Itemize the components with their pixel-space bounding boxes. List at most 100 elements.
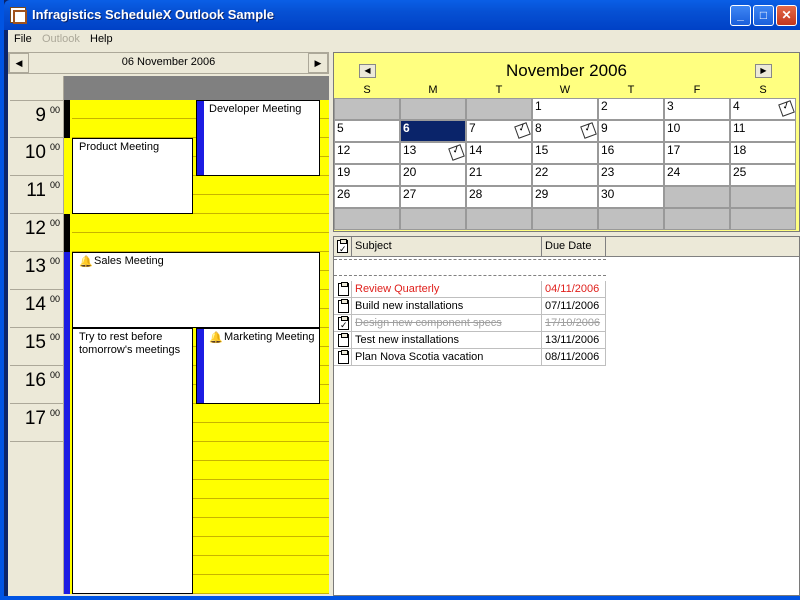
task-row[interactable]: Design new component specs17/10/2006	[334, 315, 606, 332]
calendar-day-18[interactable]: 18	[730, 142, 796, 164]
calendar-day-16[interactable]: 16	[598, 142, 664, 164]
previous-day-button[interactable]: ◀	[9, 53, 29, 73]
task-icon-cell[interactable]	[334, 298, 352, 315]
task-due-date[interactable]: 17/10/2006	[542, 315, 606, 332]
subject-column-header[interactable]: Subject	[352, 237, 542, 257]
calendar-day-27[interactable]: 27	[400, 186, 466, 208]
task-row[interactable]: Test new installations 13/11/2006	[334, 332, 606, 349]
app-icon[interactable]	[10, 7, 27, 24]
appointment-sales-meeting[interactable]: 🔔Sales Meeting	[72, 252, 320, 328]
calendar-day-number: 20	[403, 165, 417, 179]
calendar-day-empty[interactable]	[466, 208, 532, 230]
task-due-date[interactable]: 07/11/2006	[542, 298, 606, 315]
appointment-marketing-meeting[interactable]: 🔔Marketing Meeting	[196, 328, 320, 404]
task-row[interactable]: Review Quarterly 04/11/2006	[334, 281, 606, 298]
calendar-day-empty[interactable]	[664, 186, 730, 208]
time-slot[interactable]	[72, 214, 329, 233]
task-row[interactable]: Build new installations 07/11/2006	[334, 298, 606, 315]
time-slot[interactable]	[72, 233, 329, 252]
day-of-week-label: F	[693, 84, 701, 96]
task-due-date[interactable]: 04/11/2006	[542, 281, 606, 298]
due-date-column-header[interactable]: Due Date	[542, 237, 606, 257]
task-subject[interactable]: Plan Nova Scotia vacation	[352, 349, 542, 366]
task-row[interactable]: Plan Nova Scotia vacation 08/11/2006	[334, 349, 606, 366]
calendar-day-empty[interactable]	[532, 208, 598, 230]
calendar-day-20[interactable]: 20	[400, 164, 466, 186]
calendar-day-8[interactable]: 8	[532, 120, 598, 142]
checkbox-icon	[337, 239, 348, 259]
calendar-day-5[interactable]: 5	[334, 120, 400, 142]
next-month-button[interactable]: ▶	[755, 64, 772, 78]
calendar-day-28[interactable]: 28	[466, 186, 532, 208]
calendar-day-number: 7	[469, 121, 476, 135]
calendar-day-15[interactable]: 15	[532, 142, 598, 164]
appointment-product-meeting[interactable]: Product Meeting	[72, 138, 193, 214]
new-task-row[interactable]	[334, 259, 606, 276]
calendar-day-21[interactable]: 21	[466, 164, 532, 186]
calendar-day-6[interactable]: 6	[400, 120, 466, 142]
calendar-day-22[interactable]: 22	[532, 164, 598, 186]
calendar-day-19[interactable]: 19	[334, 164, 400, 186]
task-icon-cell[interactable]	[334, 281, 352, 298]
calendar-day-17[interactable]: 17	[664, 142, 730, 164]
calendar-day-3[interactable]: 3	[664, 98, 730, 120]
minimize-button[interactable]: _	[730, 5, 751, 26]
complete-column-header[interactable]	[334, 237, 352, 259]
calendar-day-number: 26	[337, 187, 351, 201]
calendar-day-empty[interactable]	[334, 98, 400, 120]
bell-icon: 🔔	[79, 256, 93, 268]
calendar-day-empty[interactable]	[466, 98, 532, 120]
appointment-developer-meeting[interactable]: Developer Meeting	[196, 100, 320, 176]
calendar-day-7[interactable]: 7	[466, 120, 532, 142]
task-due-date[interactable]: 08/11/2006	[542, 349, 606, 366]
calendar-day-number: 3	[667, 99, 674, 113]
calendar-day-12[interactable]: 12	[334, 142, 400, 164]
calendar-day-25[interactable]: 25	[730, 164, 796, 186]
day-view-date: 06 November 2006	[121, 56, 216, 68]
calendar-day-empty[interactable]	[730, 208, 796, 230]
task-due-date[interactable]: 13/11/2006	[542, 332, 606, 349]
calendar-day-9[interactable]: 9	[598, 120, 664, 142]
task-subject[interactable]: Build new installations	[352, 298, 542, 315]
calendar-day-26[interactable]: 26	[334, 186, 400, 208]
calendar-day-empty[interactable]	[334, 208, 400, 230]
calendar-day-empty[interactable]	[598, 208, 664, 230]
calendar-day-1[interactable]: 1	[532, 98, 598, 120]
calendar-day-30[interactable]: 30	[598, 186, 664, 208]
calendar-day-number: 29	[535, 187, 549, 201]
task-subject[interactable]: Design new component specs	[352, 315, 542, 332]
calendar-day-empty[interactable]	[664, 208, 730, 230]
calendar-day-number: 15	[535, 143, 549, 157]
calendar-day-empty[interactable]	[400, 98, 466, 120]
calendar-day-14[interactable]: 14	[466, 142, 532, 164]
day-view-grid[interactable]: Developer Meeting Product Meeting 🔔Sales…	[64, 76, 329, 594]
calendar-day-number: 28	[469, 187, 483, 201]
calendar-day-29[interactable]: 29	[532, 186, 598, 208]
calendar-day-4[interactable]: 4	[730, 98, 796, 120]
calendar-day-number: 16	[601, 143, 615, 157]
calendar-day-24[interactable]: 24	[664, 164, 730, 186]
menu-file[interactable]: File	[14, 33, 32, 45]
calendar-day-10[interactable]: 10	[664, 120, 730, 142]
calendar-day-23[interactable]: 23	[598, 164, 664, 186]
task-subject[interactable]: Test new installations	[352, 332, 542, 349]
next-day-button[interactable]: ▶	[308, 53, 328, 73]
task-icon	[338, 282, 349, 296]
maximize-button[interactable]: □	[753, 5, 774, 26]
client-area: ◀ 06 November 2006 ▶ 9 00 10 00 11 00 12 00 …	[8, 50, 800, 596]
all-day-area[interactable]	[64, 76, 329, 100]
task-icon-cell[interactable]	[334, 332, 352, 349]
calendar-day-11[interactable]: 11	[730, 120, 796, 142]
calendar-day-empty[interactable]	[730, 186, 796, 208]
task-icon-cell[interactable]	[334, 349, 352, 366]
calendar-day-empty[interactable]	[400, 208, 466, 230]
close-button[interactable]: ✕	[776, 5, 797, 26]
menu-help[interactable]: Help	[90, 33, 113, 45]
calendar-day-13[interactable]: 13	[400, 142, 466, 164]
task-subject[interactable]: Review Quarterly	[352, 281, 542, 298]
calendar-day-2[interactable]: 2	[598, 98, 664, 120]
task-icon-cell[interactable]	[334, 315, 352, 332]
menu-outlook[interactable]: Outlook	[42, 33, 80, 45]
appointment-rest[interactable]: Try to rest before tomorrow's meetings	[72, 328, 193, 594]
title-bar[interactable]: Infragistics ScheduleX Outlook Sample _ …	[4, 0, 800, 30]
